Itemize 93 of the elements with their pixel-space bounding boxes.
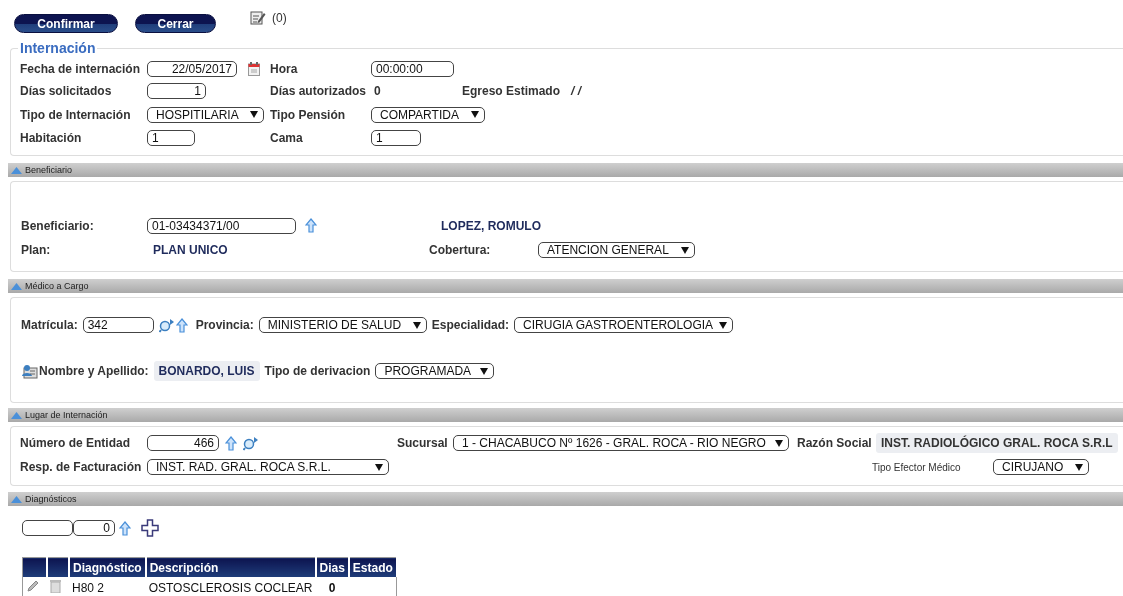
doctor-name: BONARDO, LUIS [153,361,260,381]
pencil-icon[interactable] [26,579,40,593]
caret-icon [681,246,689,254]
referral-type-select[interactable]: PROGRAMADA [375,363,495,379]
field-label: Razón Social [797,436,872,450]
field-label: Cobertura: [429,243,491,257]
search-icon[interactable] [243,435,259,451]
bed-field[interactable]: 1 [371,130,421,146]
section-title: Lugar de Internación [25,410,108,420]
field-label: Resp. de Facturación [20,460,142,474]
field-label: Tipo de Internación [20,107,131,122]
code-field[interactable] [22,520,73,536]
entity-field[interactable]: 466 [147,435,219,451]
billing-select[interactable]: INST. RAD. GRAL. ROCA S.R.L. [147,459,389,475]
notepad-icon[interactable] [250,10,266,25]
trash-icon[interactable] [50,579,61,593]
field-label: Hora [270,62,298,76]
field-label: Número de Entidad [20,436,130,450]
field-label: Tipo Efector Médico [872,461,961,473]
field-label: Tipo Pensión [270,107,346,122]
collapse-icon[interactable] [11,166,22,174]
collapse-icon[interactable] [11,411,22,419]
arrow-up-icon[interactable] [175,317,188,333]
section-bar[interactable]: Lugar de Internación [8,408,1123,422]
caret-icon [719,321,728,329]
table-cell: 0 [315,577,349,596]
table-header [22,557,47,577]
field-label: Plan: [21,243,51,257]
field-label: Habitación [20,131,82,145]
search-icon[interactable] [158,317,175,333]
field-value: 0 [374,84,381,98]
section-title: Beneficiario [25,165,73,175]
arrow-up-icon[interactable] [119,520,131,536]
field-label: Nombre y Apellido: [39,364,149,378]
arrow-up-icon[interactable] [305,218,317,233]
doctor-card-icon[interactable] [21,363,38,379]
field-label: Días autorizados [270,84,367,98]
table-cell: H80 2 [69,577,146,596]
provider-type-select[interactable]: CIRUJANO [993,459,1089,475]
column-header: Diagnóstico [69,557,146,577]
section-bar[interactable]: Beneficiario [8,163,1123,177]
column-header: Dias [315,557,349,577]
caret-icon [250,111,258,118]
field-label: Matrícula: [21,318,78,332]
caret-icon [412,321,421,329]
company-name: INST. RADIOLÓGICO GRAL. ROCA S.R.L [876,433,1118,453]
days-field[interactable]: 0 [73,520,115,536]
collapse-icon[interactable] [11,282,22,290]
field-label: Especialidad: [431,318,510,332]
calendar-icon[interactable] [248,62,260,76]
panel-legend: Internación [18,40,98,56]
specialty-select[interactable]: CIRUGIA GASTROENTEROLOGIA [514,317,734,333]
time-field[interactable]: 00:00:00 [371,61,454,77]
beneficiary-field[interactable]: 01-03434371/00 [147,217,296,234]
caret-icon [471,111,479,118]
branch-select[interactable]: 1 - CHACABUCO Nº 1626 - GRAL. ROCA - RIO NEGRO [453,435,789,451]
caret-icon [375,463,383,471]
coverage-select[interactable]: ATENCION GENERAL [538,242,695,258]
province-select[interactable]: MINISTERIO DE SALUD [258,317,427,333]
table-cell: OSTOSCLEROSIS COCLEAR [145,577,316,596]
section-bar[interactable]: Diagnósticos [8,492,1123,506]
section-title: Médico a Cargo [25,281,89,291]
field-label: Fecha de internación [20,62,141,76]
field-label: Cama [270,131,303,145]
collapse-icon[interactable] [11,495,22,503]
confirm-button[interactable]: Confirmar [14,14,118,33]
date-field[interactable]: 22/05/2017 [147,61,237,77]
admission-type-select[interactable]: HOSPITILARIA [147,106,264,123]
add-icon[interactable] [141,519,159,537]
beneficiary-name: LOPEZ, ROMULO [441,218,541,233]
notes-count: (0) [272,10,287,25]
section-bar[interactable]: Médico a Cargo [8,279,1123,293]
column-header: Estado [348,557,397,577]
table-header [47,557,69,577]
field-label: Provincia: [195,318,254,332]
column-header: Descripción [145,557,316,577]
field-label: Egreso Estimado [462,84,561,98]
field-label: Tipo de derivacion [264,364,371,378]
section-title: Diagnósticos [25,494,77,504]
caret-icon [480,367,489,375]
caret-icon [1075,463,1083,471]
plan-value: PLAN UNICO [153,243,228,257]
field-label: Sucursal [397,436,448,450]
caret-icon [775,439,783,447]
days-field[interactable]: 1 [147,83,206,99]
arrow-up-icon[interactable] [225,435,237,451]
pension-type-select[interactable]: COMPARTIDA [371,106,485,123]
field-label: Días solicitados [20,84,112,98]
room-field[interactable]: 1 [147,130,195,146]
field-value: / / [571,84,581,98]
close-button[interactable]: Cerrar [135,14,216,33]
license-field[interactable]: 342 [82,317,154,333]
field-label: Beneficiario: [21,218,94,233]
